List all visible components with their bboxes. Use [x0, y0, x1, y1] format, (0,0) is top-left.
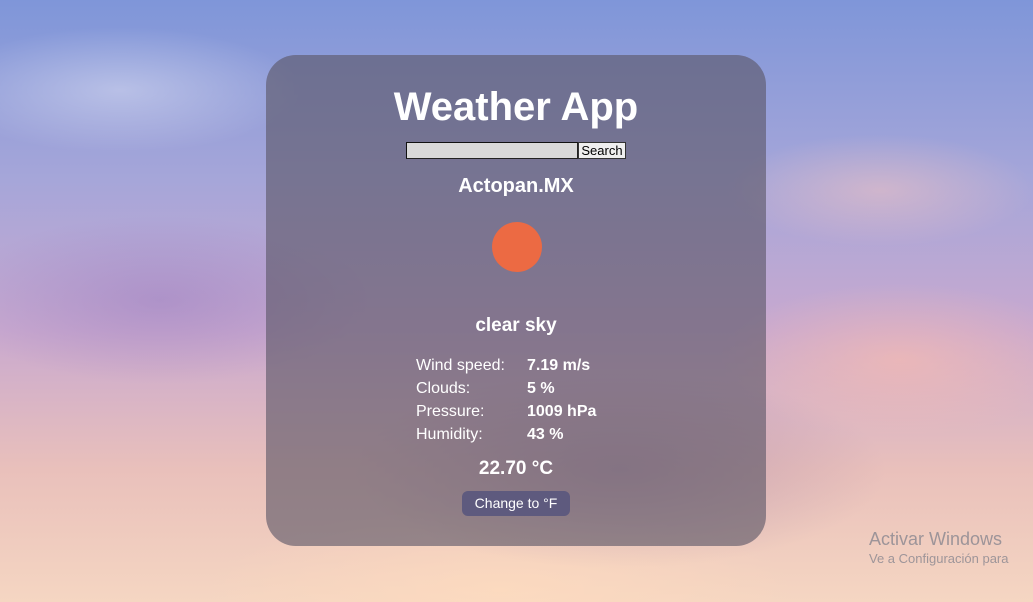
stat-row-clouds: Clouds: 5 %: [416, 377, 676, 400]
stat-value: 5 %: [527, 380, 555, 397]
watermark-subtitle: Ve a Configuración para: [869, 551, 1009, 566]
watermark-title: Activar Windows: [869, 529, 1003, 549]
stat-label: Wind speed:: [416, 357, 505, 374]
stat-label: Clouds:: [416, 380, 471, 397]
windows-activation-watermark: Activar Windows Ve a Configuración para: [869, 528, 1008, 568]
temperature: 22.70 °C: [478, 458, 554, 479]
stat-label: Humidity:: [416, 426, 483, 443]
search-input[interactable]: [406, 142, 579, 159]
search-button[interactable]: Search: [578, 142, 626, 159]
weather-stats: Wind speed: 7.19 m/s Clouds: 5 % Pressur…: [416, 354, 676, 446]
stat-row-humidity: Humidity: 43 %: [416, 423, 676, 446]
stat-label: Pressure:: [416, 403, 485, 420]
stat-value: 43 %: [527, 426, 564, 443]
stat-value: 7.19 m/s: [527, 357, 591, 374]
stat-row-pressure: Pressure: 1009 hPa: [416, 400, 676, 423]
city-name: Actopan.MX: [458, 175, 574, 197]
change-unit-button[interactable]: Change to °F: [462, 491, 570, 516]
weather-description: clear sky: [475, 315, 557, 336]
app-title: Weather App: [393, 85, 639, 129]
search-bar: Search: [266, 142, 766, 159]
stat-value: 1009 hPa: [527, 403, 597, 420]
weather-card: Weather App Search Actopan.MX clear sky …: [266, 55, 766, 546]
stat-row-wind-speed: Wind speed: 7.19 m/s: [416, 354, 676, 377]
sun-icon: [492, 222, 542, 272]
